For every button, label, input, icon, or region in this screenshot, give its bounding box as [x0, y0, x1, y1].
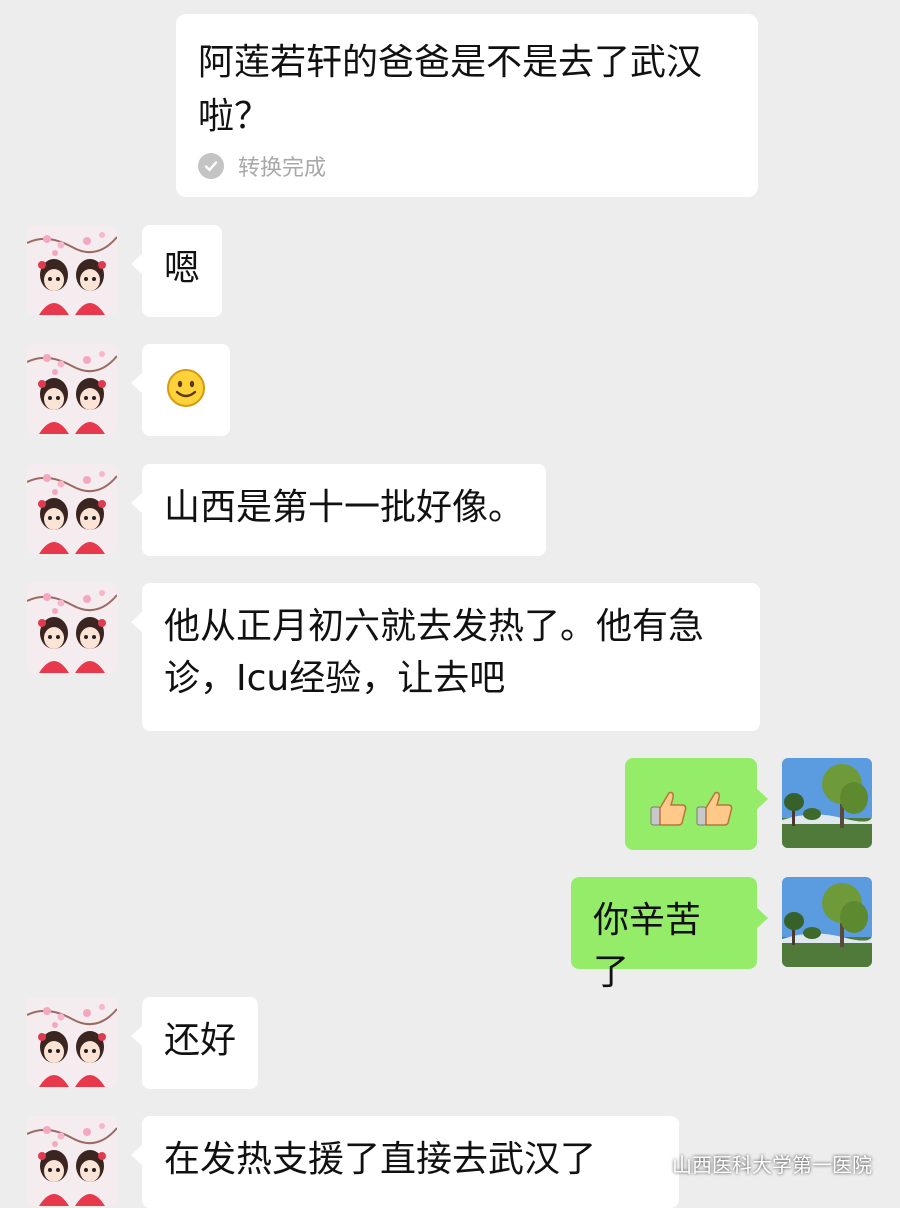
own-avatar[interactable] [782, 877, 872, 967]
message-text: 你辛苦了 [593, 900, 702, 993]
own-avatar[interactable] [782, 758, 872, 848]
contact-avatar[interactable] [27, 997, 117, 1087]
message-text: 他从正月初六就去发热了。他有急诊，Icu经验，让去吧 [164, 606, 705, 699]
incoming-message-bubble[interactable]: 他从正月初六就去发热了。他有急诊，Icu经验，让去吧 [131, 583, 760, 731]
transcription-status: 转换完成 [198, 150, 736, 182]
voice-transcription-card[interactable]: 阿莲若轩的爸爸是不是去了武汉啦？ 转换完成 [176, 14, 758, 197]
message-text: 山西是第十一批好像。 [164, 487, 525, 528]
incoming-message-bubble[interactable] [131, 344, 230, 436]
wechat-logo-icon [642, 1153, 668, 1174]
message-text: 还好 [164, 1020, 237, 1061]
watermark-text: 山西医科大学第一医院 [672, 1153, 872, 1177]
contact-avatar[interactable] [27, 464, 117, 554]
smile-emoji-icon [167, 369, 205, 407]
message-text: 嗯 [164, 248, 201, 289]
incoming-message-bubble[interactable]: 在发热支援了直接去武汉了 [131, 1116, 679, 1208]
contact-avatar[interactable] [27, 344, 117, 434]
transcription-status-label: 转换完成 [238, 156, 327, 181]
watermark: 山西医科大学第一医院 [642, 1149, 872, 1178]
contact-avatar[interactable] [27, 583, 117, 673]
thumbs-up-icon [650, 791, 687, 826]
contact-avatar[interactable] [27, 1116, 117, 1206]
check-circle-icon [198, 153, 224, 179]
incoming-message-bubble[interactable]: 嗯 [130, 225, 223, 317]
outgoing-message-bubble[interactable] [625, 758, 768, 850]
voice-transcription-text: 阿莲若轩的爸爸是不是去了武汉啦？ [198, 42, 703, 137]
incoming-message-bubble[interactable]: 山西是第十一批好像。 [130, 464, 547, 556]
thumbs-up-icon [696, 791, 733, 826]
contact-avatar[interactable] [27, 225, 117, 315]
message-text: 在发热支援了直接去武汉了 [164, 1139, 597, 1180]
incoming-message-bubble[interactable]: 还好 [130, 997, 259, 1089]
outgoing-message-bubble[interactable]: 你辛苦了 [571, 877, 768, 993]
